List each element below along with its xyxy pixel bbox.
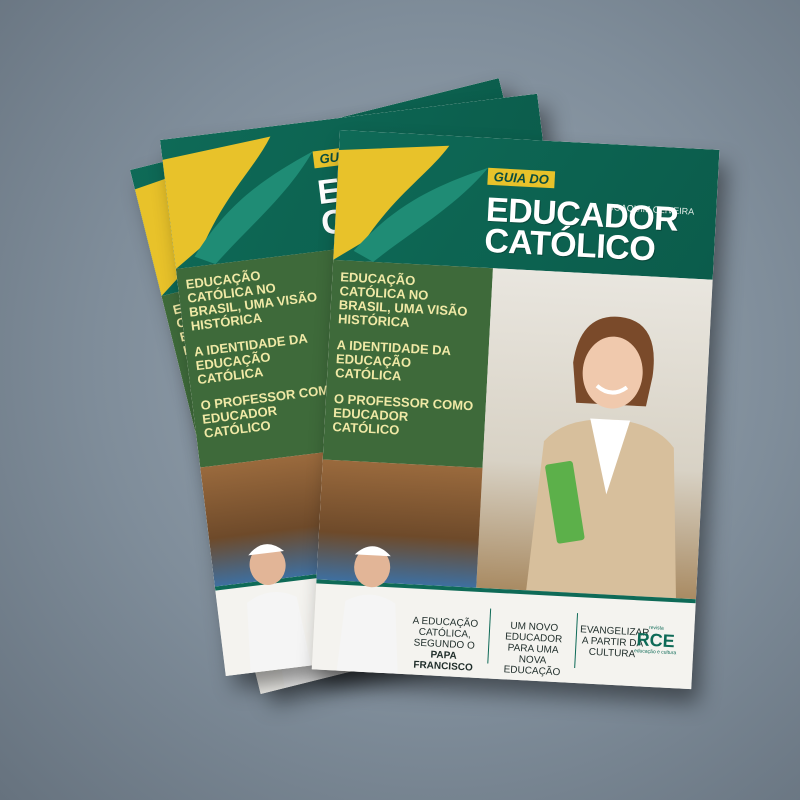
bottom-col-2: UM NOVO EDUCADOR PARA UMA NOVA EDUCAÇÃO [492, 609, 575, 679]
bottom-col-1-bold: PAPA FRANCISCO [413, 649, 474, 674]
rce-logo: revista RCE educação e cultura [631, 624, 681, 656]
topic-3: O PROFESSOR COMO EDUCADOR CATÓLICO [332, 391, 474, 438]
bottom-col-1-text: A EDUCAÇÃO CATÓLICA, SEGUNDO O [412, 615, 479, 652]
dove-logo [162, 136, 313, 270]
pope-photo [336, 546, 398, 674]
title-line-2: CATÓLICO [483, 221, 657, 269]
teacher-photo [526, 316, 676, 599]
topic-2: A IDENTIDADE DA EDUCAÇÃO CATÓLICA [334, 337, 451, 384]
dove-logo [333, 145, 489, 262]
bottom-col-2-text: UM NOVO EDUCADOR PARA UMA NOVA EDUCAÇÃO [503, 620, 563, 679]
bottom-col-1: A EDUCAÇÃO CATÓLICA, SEGUNDO O PAPA FRAN… [403, 604, 485, 685]
topic-1: EDUCAÇÃO CATÓLICA NO BRASIL, UMA VISÃO H… [184, 267, 318, 334]
topic-2: A IDENTIDADE DA EDUCAÇÃO CATÓLICA [193, 330, 309, 388]
magazine-front: GUIA DO JOAQUIM OLIVEIRA EDUCADOR CATÓLI… [311, 130, 720, 690]
topics-panel: EDUCAÇÃO CATÓLICA NO BRASIL, UMA VISÃO H… [322, 259, 493, 468]
series-label: GUIA DO [487, 167, 556, 189]
topic-1: EDUCAÇÃO CATÓLICA NO BRASIL, UMA VISÃO H… [337, 269, 468, 330]
